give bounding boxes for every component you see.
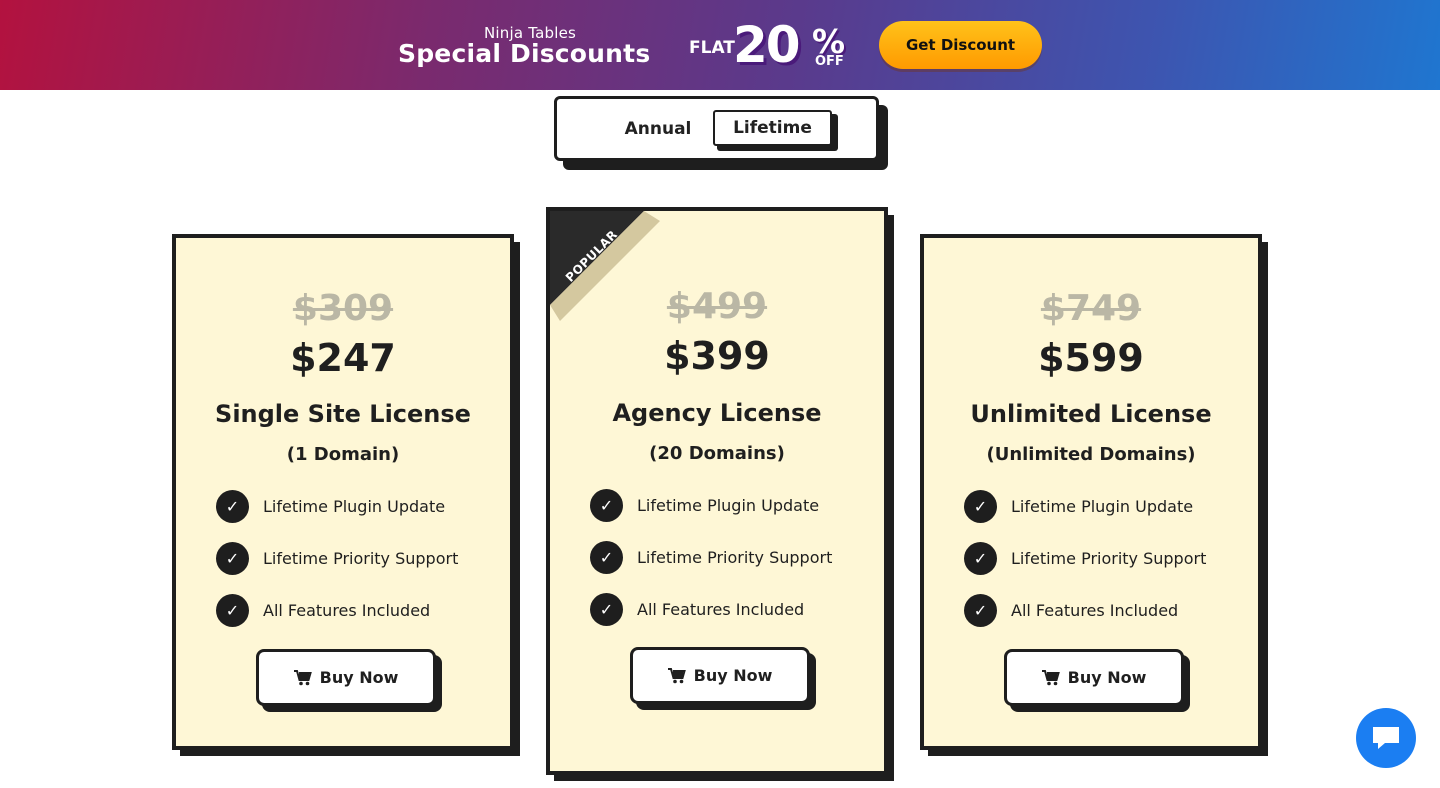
promo-banner: Ninja Tables Special Discounts FLAT 20 %… <box>0 0 1440 90</box>
feature-item: ✓ Lifetime Plugin Update <box>590 488 819 522</box>
buy-now-button[interactable]: Buy Now <box>1004 649 1184 706</box>
feature-label: Lifetime Priority Support <box>263 548 459 568</box>
feature-label: Lifetime Plugin Update <box>637 495 820 515</box>
feature-item: ✓ All Features Included <box>590 592 804 626</box>
current-price: $599 <box>1038 336 1144 380</box>
old-price: $749 <box>1040 288 1142 329</box>
feature-label: Lifetime Priority Support <box>637 547 833 567</box>
feature-item: ✓ Lifetime Priority Support <box>216 541 458 575</box>
feature-item: ✓ All Features Included <box>964 593 1178 627</box>
plan-card-unlimited: $749 $599 Unlimited License (Unlimited D… <box>920 234 1262 750</box>
toggle-option-annual[interactable]: Annual <box>612 116 704 142</box>
buy-now-button[interactable]: Buy Now <box>256 649 436 706</box>
check-icon: ✓ <box>964 593 997 627</box>
cart-icon <box>1041 669 1060 685</box>
plan-card-agency: POPULAR $499 $399 Agency License (20 Dom… <box>546 207 888 775</box>
cart-icon <box>667 667 686 683</box>
old-price: $499 <box>666 286 768 327</box>
check-icon: ✓ <box>590 488 623 522</box>
plan-name: Single Site License <box>215 400 471 428</box>
buy-now-button[interactable]: Buy Now <box>630 647 810 704</box>
feature-item: ✓ All Features Included <box>216 593 430 627</box>
banner-flat-label: FLAT <box>689 38 735 58</box>
plan-domains: (1 Domain) <box>286 444 400 465</box>
plan-domains: (20 Domains) <box>649 443 785 464</box>
current-price: $247 <box>290 336 396 380</box>
check-icon: ✓ <box>590 592 623 626</box>
feature-item: ✓ Lifetime Plugin Update <box>216 489 445 523</box>
feature-label: All Features Included <box>263 600 431 620</box>
chat-launcher-button[interactable] <box>1356 708 1416 768</box>
current-price: $399 <box>664 334 770 378</box>
feature-label: Lifetime Plugin Update <box>263 496 446 516</box>
feature-item: ✓ Lifetime Priority Support <box>590 540 832 574</box>
get-discount-button[interactable]: Get Discount <box>879 21 1042 69</box>
feature-item: ✓ Lifetime Priority Support <box>964 541 1206 575</box>
plan-card-single-site: $309 $247 Single Site License (1 Domain)… <box>172 234 514 750</box>
banner-discount-value: 20 <box>733 16 801 74</box>
buy-button-label: Buy Now <box>1067 668 1147 687</box>
banner-off-label: OFF <box>815 54 844 69</box>
check-icon: ✓ <box>964 541 997 575</box>
cart-icon <box>293 669 312 685</box>
banner-headline: Special Discounts <box>398 39 651 68</box>
chat-bubble-icon <box>1373 727 1399 749</box>
check-icon: ✓ <box>216 593 249 627</box>
buy-button-label: Buy Now <box>319 668 399 687</box>
plan-name: Unlimited License <box>970 400 1212 428</box>
toggle-option-lifetime[interactable]: Lifetime <box>713 110 832 146</box>
check-icon: ✓ <box>216 489 249 523</box>
old-price: $309 <box>292 288 394 329</box>
check-icon: ✓ <box>590 540 623 574</box>
feature-label: All Features Included <box>637 599 805 619</box>
check-icon: ✓ <box>216 541 249 575</box>
plan-domains: (Unlimited Domains) <box>986 444 1196 465</box>
feature-label: Lifetime Plugin Update <box>1011 496 1194 516</box>
check-icon: ✓ <box>964 489 997 523</box>
feature-label: All Features Included <box>1011 600 1179 620</box>
plan-name: Agency License <box>612 399 822 427</box>
feature-item: ✓ Lifetime Plugin Update <box>964 489 1193 523</box>
feature-label: Lifetime Priority Support <box>1011 548 1207 568</box>
buy-button-label: Buy Now <box>693 666 773 685</box>
